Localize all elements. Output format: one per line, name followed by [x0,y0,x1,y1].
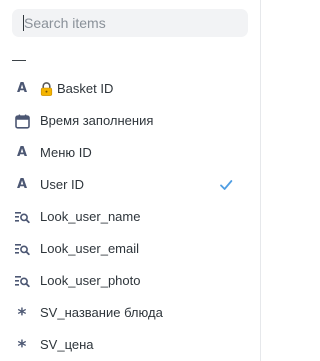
list-item-basket-id[interactable]: A Basket ID [0,73,261,105]
search-field[interactable] [12,9,248,37]
list-item-look-user-email[interactable]: Look_user_email [0,233,261,265]
text-type-icon: A [16,81,28,96]
column-picker-dropdown: — A Basket ID [0,0,261,361]
list-item-sv-dish-name[interactable]: * SV_название блюда [0,297,261,329]
list-item-sv-price[interactable]: * SV_цена [0,329,261,361]
list-item-label: SV_название блюда [40,305,163,320]
formula-icon: * [17,304,27,325]
list-item-look-user-photo[interactable]: Look_user_photo [0,265,261,297]
column-list: A Basket ID Время заполнения A Меню ID A… [0,73,261,361]
lookup-icon [14,241,30,257]
list-item-fill-time[interactable]: Время заполнения [0,105,261,137]
list-item-menu-id[interactable]: A Меню ID [0,137,261,169]
empty-option-label: — [12,51,26,67]
list-item-label: Look_user_name [40,209,141,224]
lock-emoji [40,82,53,96]
list-item-label: Меню ID [40,145,92,160]
text-type-icon: A [16,177,28,192]
list-item-label: Basket ID [57,81,114,96]
checkmark-icon [220,180,233,190]
list-item-label: SV_цена [40,337,94,352]
calendar-icon [14,113,30,129]
list-item-look-user-name[interactable]: Look_user_name [0,201,261,233]
lookup-icon [14,273,30,289]
empty-option[interactable]: — [12,49,26,69]
search-input[interactable] [12,9,248,37]
list-item-label: Время заполнения [40,113,154,128]
text-type-icon: A [16,145,28,160]
lookup-icon [14,209,30,225]
list-item-user-id[interactable]: A User ID [0,169,261,201]
list-item-label: Look_user_photo [40,273,141,288]
list-item-label: Look_user_email [40,241,140,256]
formula-icon: * [17,336,27,357]
list-item-label: User ID [40,177,85,192]
